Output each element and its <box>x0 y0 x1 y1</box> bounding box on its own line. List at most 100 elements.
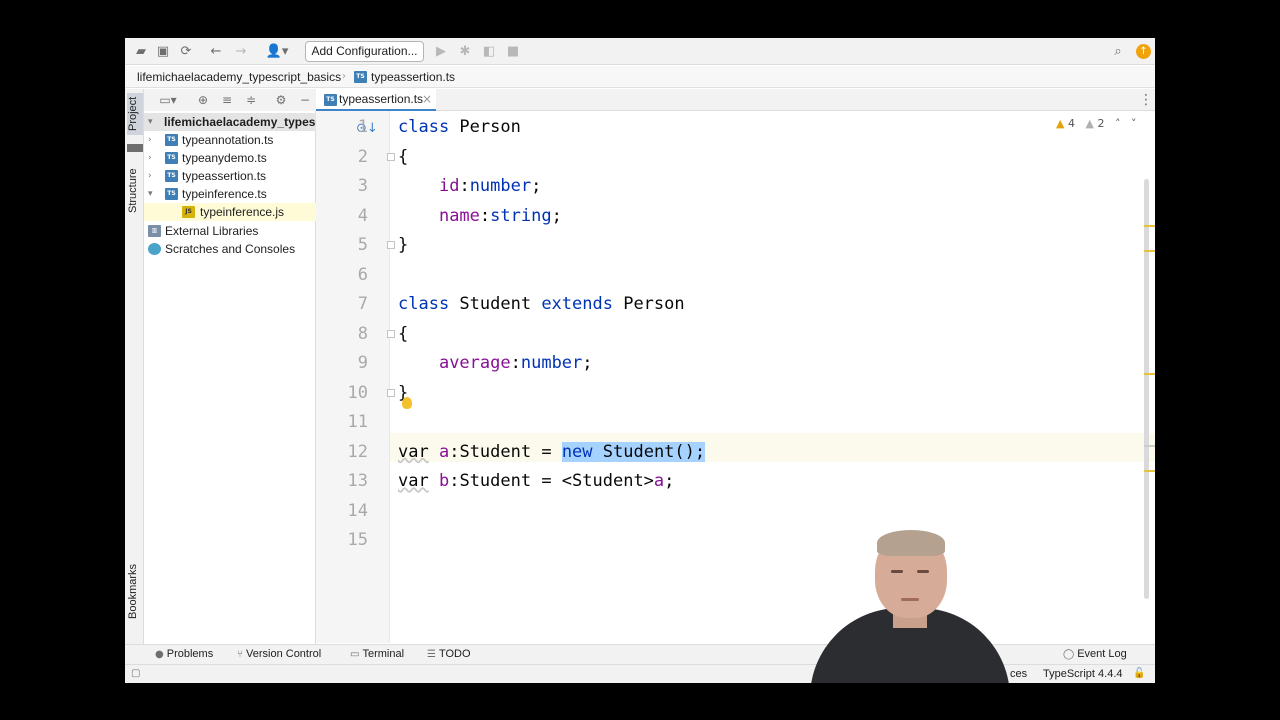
more-options-icon[interactable]: ⋮ <box>1139 92 1153 108</box>
code-line[interactable]: var a:Student = new Student(); <box>398 438 706 467</box>
chevron-right-icon[interactable]: › <box>148 131 158 149</box>
code-line[interactable]: id:number; <box>398 172 541 201</box>
gear-icon[interactable]: ⚙ <box>274 93 288 107</box>
code-token: average <box>438 353 511 373</box>
chevron-down-icon[interactable]: ▾ <box>148 113 158 131</box>
forward-arrow-icon[interactable]: → <box>233 44 249 60</box>
line-number[interactable]: 5 <box>316 231 368 260</box>
code-line[interactable]: } <box>398 231 408 260</box>
warning-stripe[interactable] <box>1144 250 1155 252</box>
code-line[interactable]: class Student extends Person <box>398 290 685 319</box>
line-number[interactable]: 11 <box>316 408 368 437</box>
warning-stripe[interactable] <box>1144 470 1155 472</box>
chevron-up-icon[interactable]: ˄ <box>1115 117 1121 130</box>
chevron-right-icon[interactable]: › <box>148 167 158 185</box>
code-line[interactable]: { <box>398 320 408 349</box>
line-number[interactable]: 3 <box>316 172 368 201</box>
chevron-right-icon[interactable]: › <box>148 149 158 167</box>
expand-all-icon[interactable]: ≡ <box>220 93 234 107</box>
code-token: var <box>398 471 429 491</box>
add-configuration-button[interactable]: Add Configuration... <box>305 41 424 62</box>
warning-stripe[interactable] <box>1144 225 1155 227</box>
update-icon[interactable]: ↑ <box>1136 44 1151 59</box>
coverage-icon[interactable]: ◧ <box>481 44 497 60</box>
tree-item-scratches[interactable]: Scratches and Consoles <box>144 240 316 258</box>
tab-typeassertion[interactable]: TS typeassertion.ts × <box>316 89 436 111</box>
tab-todo-label: TODO <box>438 648 471 660</box>
line-number[interactable]: 13 <box>316 467 368 496</box>
tree-item-typeassertion[interactable]: › TS typeassertion.ts <box>144 167 316 185</box>
save-icon[interactable]: ▣ <box>155 44 171 60</box>
presenter-mouth <box>901 598 919 601</box>
line-number[interactable]: 2 <box>316 143 368 172</box>
language-service-status[interactable]: TypeScript 4.4.4 <box>1043 665 1123 683</box>
code-line[interactable]: name:string; <box>398 202 562 231</box>
project-panel: ▭▾ ⊕ ≡ ≑ ⚙ − ▾ lifemichaelacademy_typesc… <box>144 89 316 664</box>
tree-item-typeinference-js[interactable]: JS typeinference.js <box>144 203 316 221</box>
close-icon[interactable]: × <box>422 89 432 110</box>
search-icon[interactable]: ⌕ <box>1110 44 1126 60</box>
open-folder-icon[interactable]: ▰ <box>133 44 149 60</box>
code-line[interactable]: class Person <box>398 113 521 142</box>
tree-item-typeinference-ts[interactable]: ▾ TS typeinference.ts <box>144 185 316 203</box>
stop-icon[interactable]: ■ <box>505 44 521 60</box>
line-number[interactable]: 12 <box>316 438 368 467</box>
fold-marker-icon[interactable] <box>387 388 395 397</box>
tree-item-external-libraries[interactable]: ▥ External Libraries <box>144 222 316 240</box>
tree-item-typeanydemo[interactable]: › TS typeanydemo.ts <box>144 149 316 167</box>
code-area[interactable]: class Person{ id:number; name:string;} cl… <box>390 111 1155 643</box>
line-number[interactable]: 1 <box>316 113 368 142</box>
line-number[interactable]: 9 <box>316 349 368 378</box>
fold-marker-icon[interactable] <box>387 152 395 161</box>
line-number[interactable]: 4 <box>316 202 368 231</box>
chevron-down-icon[interactable]: ▾ <box>148 185 158 203</box>
line-number[interactable]: 10 <box>316 379 368 408</box>
breadcrumb-project[interactable]: lifemichaelacademy_typescript_basics <box>137 66 341 88</box>
chevron-down-icon[interactable]: ˅ <box>1131 117 1137 130</box>
tab-version-control[interactable]: ⑂ Version Control <box>237 645 321 664</box>
lightbulb-icon[interactable] <box>402 397 412 409</box>
code-line[interactable]: { <box>398 143 408 172</box>
typescript-file-icon: TS <box>165 152 178 164</box>
collapse-all-icon[interactable]: ≑ <box>244 93 258 107</box>
fold-marker-icon[interactable] <box>387 241 395 249</box>
warning-stripe[interactable] <box>1144 373 1155 375</box>
line-number[interactable]: 15 <box>316 526 368 555</box>
fold-marker-icon[interactable] <box>387 329 395 338</box>
line-number[interactable]: 8 <box>316 320 368 349</box>
tab-event-log[interactable]: ◯ Event Log <box>1063 645 1127 664</box>
tab-structure[interactable]: Structure <box>127 165 143 217</box>
locate-icon[interactable]: ⊕ <box>196 93 210 107</box>
view-mode-dropdown-icon[interactable]: ▭▾ <box>156 93 180 107</box>
javascript-file-icon: JS <box>182 206 195 218</box>
tab-todo[interactable]: ☰ TODO <box>427 645 471 664</box>
run-icon[interactable]: ▶ <box>433 44 449 60</box>
inspection-widget[interactable]: ▲ 4 ▲ 2 ˄ ˅ <box>1056 117 1136 131</box>
tree-root-project[interactable]: ▾ lifemichaelacademy_typescript_basics <box>144 113 316 131</box>
line-number[interactable]: 7 <box>316 290 368 319</box>
tree-root-label: lifemichaelacademy_typescript_basics <box>164 115 316 129</box>
left-tool-strip: Project Structure Bookmarks <box>125 89 144 664</box>
layout-icon[interactable]: ▢ <box>131 665 140 683</box>
sync-icon[interactable]: ⟳ <box>178 44 194 60</box>
tab-terminal[interactable]: ▭ Terminal <box>350 645 404 664</box>
vertical-scrollbar[interactable] <box>1144 179 1149 599</box>
tree-item-typeannotation[interactable]: › TS typeannotation.ts <box>144 131 316 149</box>
event-log-icon: ◯ <box>1063 649 1075 660</box>
tab-bookmarks[interactable]: Bookmarks <box>127 563 143 619</box>
code-line[interactable]: average:number; <box>398 349 593 378</box>
hide-icon[interactable]: − <box>298 93 312 107</box>
code-line[interactable]: var b:Student = <Student>a; <box>398 467 674 496</box>
tab-problems[interactable]: ● Problems <box>155 645 213 664</box>
user-menu-icon[interactable]: 👤▾ <box>263 44 291 60</box>
debug-icon[interactable]: ✱ <box>457 44 473 60</box>
tab-project[interactable]: Project <box>127 93 143 135</box>
back-arrow-icon[interactable]: ← <box>208 44 224 60</box>
line-number[interactable]: 6 <box>316 261 368 290</box>
breadcrumb-file[interactable]: typeassertion.ts <box>371 66 455 88</box>
line-number-gutter[interactable]: ⊙↓ 1 2 3 4 5 6 7 8 9 10 11 12 13 14 15 <box>316 111 395 643</box>
line-number[interactable]: 14 <box>316 497 368 526</box>
info-stripe[interactable] <box>1144 445 1155 447</box>
lock-icon[interactable]: 🔓 <box>1133 665 1145 683</box>
